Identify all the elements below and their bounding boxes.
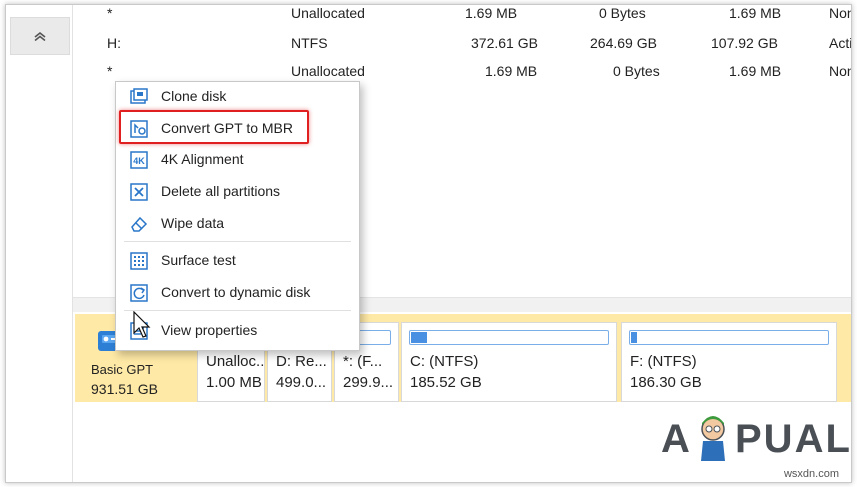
partition-block[interactable]: C: (NTFS) 185.52 GB — [401, 322, 617, 402]
partition-row[interactable]: H: NTFS 372.61 GB 264.69 GB 107.92 GB Ac… — [73, 31, 851, 55]
left-panel — [6, 5, 73, 482]
partition-name: * — [107, 63, 113, 79]
partition-block-size: 1.00 MB — [206, 374, 262, 391]
convert-dynamic-disk-icon — [130, 284, 148, 302]
partition-used: 0 Bytes — [613, 63, 660, 79]
logo-text-right: PUALS — [735, 417, 852, 461]
partition-filesystem: NTFS — [291, 35, 328, 51]
menu-item-surface-test[interactable]: Surface test — [116, 246, 359, 276]
partition-block-size: 186.30 GB — [630, 374, 702, 391]
usage-fill — [411, 332, 427, 343]
clone-disk-icon — [130, 88, 148, 104]
4k-alignment-icon: 4K — [130, 151, 148, 169]
partition-block-label: C: (NTFS) — [410, 353, 479, 370]
highlight-box — [119, 110, 309, 144]
collapse-button[interactable] — [10, 17, 70, 55]
logo-text-left: A — [661, 417, 692, 461]
watermark: wsxdn.com — [783, 468, 839, 480]
surface-test-icon — [130, 252, 148, 270]
partition-name: H: — [107, 35, 121, 51]
partition-row[interactable]: * Unallocated 1.69 MB 0 Bytes 1.69 MB No… — [73, 5, 851, 25]
wipe-data-icon — [131, 216, 148, 232]
partition-used: 264.69 GB — [590, 35, 657, 51]
partition-capacity: 1.69 MB — [485, 63, 538, 79]
menu-item-label: 4K Alignment — [161, 151, 244, 167]
disk-type: Basic GPT — [91, 362, 154, 377]
mouse-cursor-icon — [133, 311, 151, 338]
usage-bar — [629, 330, 829, 345]
partition-block-size: 499.0... — [276, 374, 327, 391]
svg-text:4K: 4K — [133, 156, 145, 166]
chevron-up-icon — [34, 31, 46, 41]
menu-item-delete-all-partitions[interactable]: Delete all partitions — [116, 177, 359, 207]
partition-name: * — [107, 5, 113, 21]
partition-capacity: 372.61 GB — [471, 35, 538, 51]
usage-bar — [409, 330, 609, 345]
menu-item-label: Clone disk — [161, 88, 227, 104]
partition-block-label: *: (F... — [343, 353, 383, 370]
menu-separator — [124, 241, 351, 242]
menu-item-label: Surface test — [161, 252, 236, 268]
partition-used: 0 Bytes — [599, 5, 646, 21]
menu-item-label: Wipe data — [161, 215, 225, 231]
partition-capacity: 1.69 MB — [465, 5, 518, 21]
appuals-logo: A PUALS — [661, 413, 852, 467]
mascot-icon — [701, 416, 725, 461]
partition-status: Non — [829, 5, 851, 21]
menu-item-convert-to-dynamic-disk[interactable]: Convert to dynamic disk — [116, 278, 359, 308]
partition-block[interactable]: F: (NTFS) 186.30 GB — [621, 322, 837, 402]
menu-item-label: Delete all partitions — [161, 183, 281, 199]
partition-block-size: 299.9... — [343, 374, 394, 391]
partition-unused: 1.69 MB — [729, 5, 782, 21]
menu-item-clone-disk[interactable]: Clone disk — [116, 82, 359, 112]
menu-item-4k-alignment[interactable]: 4K 4K Alignment — [116, 145, 359, 175]
usage-fill — [631, 332, 637, 343]
partition-block-label: F: (NTFS) — [630, 353, 697, 370]
partition-filesystem: Unallocated — [291, 5, 365, 21]
partition-block-label: Unalloc... — [206, 353, 265, 370]
disk-size: 931.51 GB — [91, 381, 158, 397]
menu-item-label: View properties — [161, 322, 258, 338]
menu-item-label: Convert to dynamic disk — [161, 284, 311, 300]
partition-block-size: 185.52 GB — [410, 374, 482, 391]
menu-separator — [124, 310, 351, 311]
partition-filesystem: Unallocated — [291, 63, 365, 79]
menu-item-wipe-data[interactable]: Wipe data — [116, 209, 359, 239]
partition-block-label: D: Re... — [276, 353, 327, 370]
partition-unused: 1.69 MB — [729, 63, 782, 79]
partition-row[interactable]: * Unallocated 1.69 MB 0 Bytes 1.69 MB No… — [73, 59, 851, 83]
partition-unused: 107.92 GB — [711, 35, 778, 51]
delete-all-partitions-icon — [130, 183, 148, 201]
partition-status: Non — [829, 63, 851, 79]
partition-status: Acti — [829, 35, 852, 51]
